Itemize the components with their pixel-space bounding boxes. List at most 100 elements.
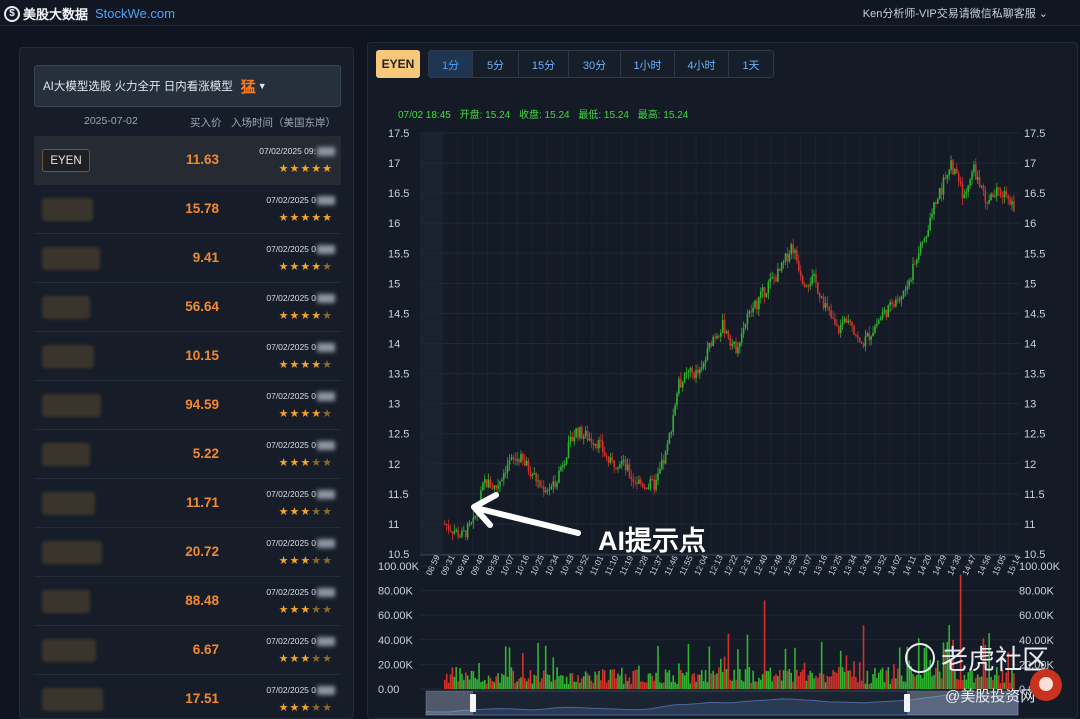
candle-body: [997, 187, 1000, 190]
volume-bar: [472, 671, 475, 689]
volume-tick-left: 40.00K: [378, 635, 414, 647]
volume-bar: [788, 668, 791, 689]
stock-row[interactable]: EYEN 11.63 07/02/2025 09: ★★★★★: [34, 136, 341, 185]
candle-body: [898, 299, 901, 301]
volume-bar: [611, 669, 614, 689]
ticker-badge[interactable]: [42, 296, 90, 319]
volume-bar: [453, 676, 456, 689]
volume-bar: [535, 675, 537, 689]
volume-bar: [786, 671, 789, 689]
candle-body: [518, 459, 520, 463]
candle-body: [773, 276, 775, 278]
candle-body: [801, 276, 804, 284]
candle-body: [853, 325, 855, 335]
candle-body: [571, 436, 574, 442]
ticker-badge[interactable]: [42, 541, 102, 564]
volume-bar: [582, 676, 585, 689]
brand-logo[interactable]: $ 美股大数据 StockWe.com: [4, 4, 175, 23]
volume-bar: [931, 676, 933, 689]
ticker-badge[interactable]: [42, 394, 101, 417]
candle-body: [891, 302, 893, 305]
volume-bar: [640, 681, 642, 689]
ticker-badge[interactable]: [42, 443, 90, 466]
stock-row[interactable]: 88.48 07/02/2025 0 ★★★★★: [34, 577, 341, 626]
volume-bar: [634, 670, 636, 689]
stock-row[interactable]: 10.15 07/02/2025 0 ★★★★★: [34, 332, 341, 381]
volume-bar: [463, 680, 465, 689]
volume-bar: [504, 646, 507, 689]
stock-row[interactable]: 94.59 07/02/2025 0 ★★★★★: [34, 381, 341, 430]
star-icon: ★: [300, 408, 312, 420]
ticker-badge[interactable]: [42, 247, 100, 270]
candle-body: [653, 479, 655, 490]
watermark-account: @美股投资网: [945, 688, 1036, 705]
candle-body: [780, 262, 783, 271]
candle-body: [826, 303, 829, 307]
volume-bar: [740, 680, 743, 689]
candle-body: [685, 372, 688, 374]
volume-bar: [497, 673, 499, 689]
star-icon: ★: [311, 212, 323, 224]
price-tick-left: 16: [388, 218, 400, 230]
list-header: 2025-07-02 买入价 入场时间（美国东岸）: [34, 112, 341, 132]
candle-body: [527, 460, 530, 472]
volume-tick-right: 80.00K: [1019, 586, 1055, 598]
stock-row[interactable]: 6.67 07/02/2025 0 ★★★★★: [34, 626, 341, 675]
ticker-badge[interactable]: EYEN: [42, 149, 90, 172]
candle-body: [596, 443, 598, 449]
candle-body: [765, 292, 768, 297]
volume-bar: [866, 670, 869, 689]
candle-body: [927, 229, 930, 237]
volume-bar: [896, 668, 899, 689]
star-icon: ★: [311, 408, 323, 420]
stock-row[interactable]: 20.72 07/02/2025 0 ★★★★★: [34, 528, 341, 577]
tiger-logo-icon: [905, 642, 935, 673]
stock-row[interactable]: 15.78 07/02/2025 0 ★★★★★: [34, 185, 341, 234]
ticker-badge[interactable]: [42, 590, 90, 613]
stock-row[interactable]: 56.64 07/02/2025 0 ★★★★★: [34, 283, 341, 332]
stock-row[interactable]: 9.41 07/02/2025 0 ★★★★★: [34, 234, 341, 283]
redaction-mask: [317, 294, 335, 304]
volume-bar: [778, 669, 781, 689]
stock-row[interactable]: 17.51 07/02/2025 0 ★★★★★: [34, 675, 341, 718]
candle-body: [516, 459, 518, 461]
volume-bar: [832, 670, 834, 689]
star-icon: ★: [300, 212, 312, 224]
volume-bar: [733, 669, 735, 689]
candle-body: [858, 337, 861, 343]
candle-body: [818, 293, 821, 298]
ticker-badge[interactable]: [42, 688, 103, 711]
candle-body: [672, 415, 675, 432]
volume-bar: [809, 670, 812, 689]
star-icon: ★: [322, 506, 333, 518]
price-chart[interactable]: 10.5 10.5 11 11 11.5 11.5 12 12 12.5 12.5 13 13 13.5…: [368, 43, 1078, 719]
stock-row[interactable]: 5.22 07/02/2025 0 ★★★★★: [34, 430, 341, 479]
stock-row[interactable]: 11.71 07/02/2025 0 ★★★★★: [34, 479, 341, 528]
volume-bar: [828, 677, 831, 689]
user-menu[interactable]: Ken分析师-VIP交易请微信私聊客服 ⌄: [863, 5, 1048, 21]
candle-body: [579, 427, 581, 438]
ticker-badge[interactable]: [42, 198, 93, 221]
volume-bar: [767, 671, 770, 689]
volume-tick-left: 60.00K: [378, 610, 414, 622]
candle-body: [824, 303, 827, 308]
ticker-badge[interactable]: [42, 492, 95, 515]
ticker-badge[interactable]: [42, 345, 94, 368]
volume-bar: [617, 673, 619, 689]
volume-bar: [858, 662, 861, 689]
candle-body: [990, 194, 992, 201]
volume-bar: [503, 674, 505, 689]
model-select[interactable]: AI大模型选股 火力全开 日内看涨模型 猛 ▼: [34, 65, 341, 107]
buy-price: 11.63: [185, 152, 219, 167]
candle-body: [952, 160, 954, 175]
candle-body: [809, 284, 812, 287]
candle-body: [912, 263, 914, 281]
volume-bar: [845, 655, 848, 689]
volume-bar: [879, 669, 882, 689]
candle-body: [784, 253, 787, 262]
ticker-badge[interactable]: [42, 639, 96, 662]
volume-bar: [794, 647, 796, 689]
floating-action-button[interactable]: [1030, 669, 1062, 701]
candle-body: [611, 457, 614, 461]
star-icon: ★: [311, 457, 323, 469]
